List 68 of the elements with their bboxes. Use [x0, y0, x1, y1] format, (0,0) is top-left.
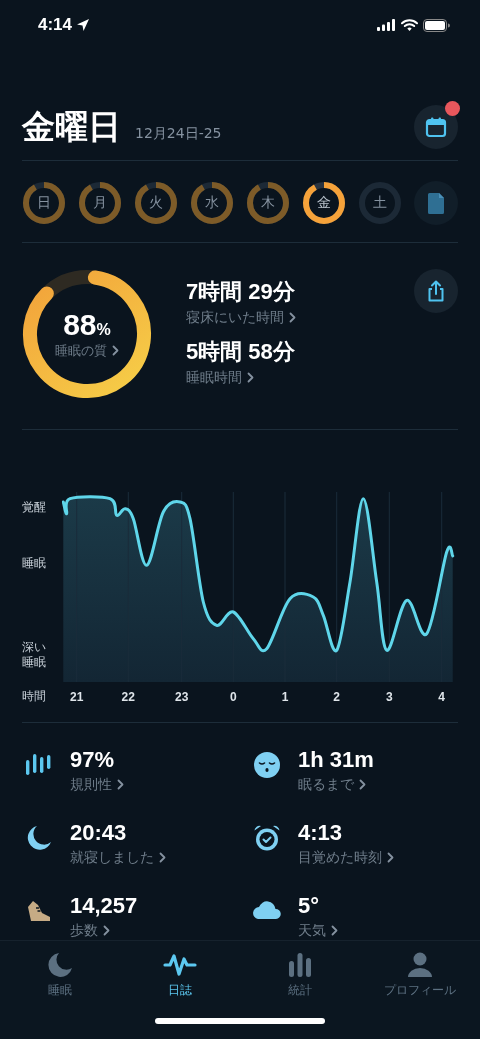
metric-value: 14,257	[70, 892, 138, 919]
hour-label: 22	[121, 689, 135, 704]
stage-label: 睡眠	[22, 555, 46, 571]
day-ring[interactable]: 金	[302, 180, 346, 225]
metric-value: 4:13	[298, 819, 344, 846]
hour-label: 21	[70, 689, 84, 704]
metric-link[interactable]: 天気	[298, 921, 338, 940]
axis-label: 時間	[22, 688, 47, 706]
duration-link[interactable]: 寝床にいた時間	[186, 308, 296, 327]
share-button[interactable]	[414, 268, 458, 313]
report-button[interactable]	[414, 180, 458, 225]
day-ring[interactable]: 日	[22, 180, 66, 225]
chevron-icon	[117, 779, 124, 791]
chevron-icon	[359, 779, 366, 791]
metric-link[interactable]: 歩数	[70, 921, 110, 940]
moon-icon	[25, 823, 53, 852]
metric-value: 97%	[70, 746, 116, 773]
hour-label: 0	[229, 689, 237, 704]
quality-link[interactable]: 睡眠の質	[55, 341, 119, 360]
tab-item[interactable]: 睡眠	[46, 950, 74, 1001]
metric-value: 1h 31m	[298, 746, 374, 773]
share-icon	[426, 279, 446, 302]
metric-link[interactable]: 規則性	[70, 775, 124, 794]
calendar-icon	[425, 116, 447, 139]
hour-label: 4	[438, 689, 446, 704]
metric-value: 5°	[298, 892, 321, 919]
duration-value: 5時間 58分	[186, 337, 296, 366]
person-icon	[406, 950, 434, 979]
chevron-icon	[387, 852, 394, 864]
date-range: 12月24日-25	[135, 124, 222, 143]
tab-item[interactable]: プロフィール	[384, 950, 456, 1001]
alarm-clock-icon	[253, 823, 281, 852]
chevron-icon	[331, 925, 338, 937]
day-ring[interactable]: 水	[190, 180, 234, 225]
chevron-icon	[159, 852, 166, 864]
day-ring[interactable]: 月	[78, 180, 122, 225]
hour-label: 3	[385, 689, 393, 704]
day-title: 金曜日	[22, 105, 121, 148]
chevron-icon	[247, 372, 254, 384]
hour-label: 1	[281, 689, 289, 704]
day-ring[interactable]: 土	[358, 180, 402, 225]
document-icon	[427, 191, 445, 214]
metric-value: 20:43	[70, 819, 128, 846]
stage-label: 深い睡眠	[22, 639, 46, 670]
hour-label: 23	[175, 689, 189, 704]
day-ring[interactable]: 木	[246, 180, 290, 225]
moon-icon	[46, 950, 74, 979]
tab-item[interactable]: 日誌	[163, 950, 197, 1001]
chevron-icon	[103, 925, 110, 937]
battery-icon	[423, 18, 450, 32]
hour-label: 2	[333, 689, 341, 704]
sleeping-face-icon	[253, 750, 281, 779]
bar-chart-icon	[286, 950, 314, 979]
chevron-icon	[112, 345, 119, 357]
location-arrow-icon	[76, 18, 91, 33]
tab-item[interactable]: 統計	[286, 950, 314, 1001]
duration-value: 7時間 29分	[186, 277, 296, 306]
duration-link[interactable]: 睡眠時間	[186, 368, 254, 387]
day-ring[interactable]: 火	[134, 180, 178, 225]
clock-time: 4:14	[38, 15, 73, 36]
quality-score: 88%	[63, 307, 111, 342]
wifi-icon	[401, 19, 418, 32]
metric-link[interactable]: 就寝しました	[70, 848, 166, 867]
chevron-icon	[289, 312, 296, 324]
stage-label: 覚醒	[22, 499, 46, 515]
metric-link[interactable]: 眠るまで	[298, 775, 366, 794]
metric-link[interactable]: 目覚めた時刻	[298, 848, 394, 867]
signal-icon	[377, 19, 396, 32]
